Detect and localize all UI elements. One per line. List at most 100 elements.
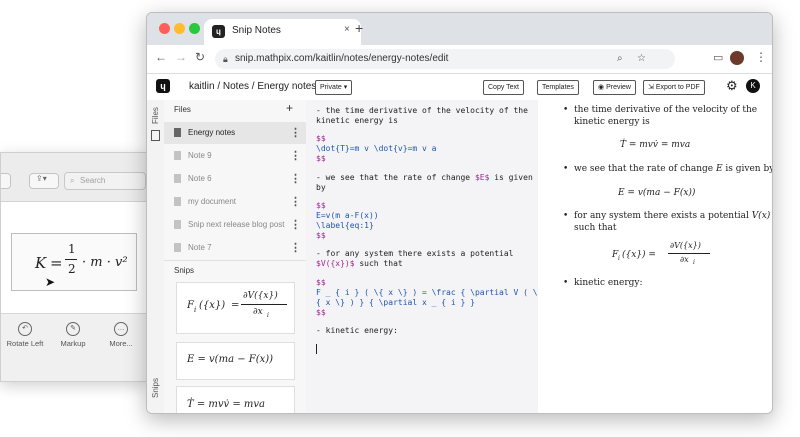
snip-eq-num: ∂V({x}) — [243, 291, 278, 301]
markup-button[interactable]: ✎ Markup — [53, 322, 93, 348]
preview-equation: Ṫ = mvv̇ = mva — [620, 140, 691, 150]
more-icon: … — [114, 322, 128, 336]
file-item[interactable]: Note 7 ⋮ — [164, 237, 306, 259]
editor-line: $V({x})$ such that — [316, 259, 403, 269]
preview-bottom-toolbar: ↶ Rotate Left ✎ Markup … More... — [1, 313, 147, 381]
fraction-bar — [668, 253, 710, 254]
close-tab-icon[interactable]: × — [344, 24, 350, 35]
file-icon[interactable] — [151, 130, 160, 141]
user-avatar[interactable]: K — [746, 79, 760, 93]
eq-densub: i — [693, 259, 695, 266]
breadcrumb[interactable]: kaitlin / Notes / Energy notes — [189, 81, 316, 92]
preview-label: Preview — [606, 84, 631, 91]
file-item-label: Energy notes — [188, 128, 236, 137]
templates-button[interactable]: Templates — [537, 80, 579, 95]
cast-icon[interactable]: ▭ — [713, 51, 723, 64]
templates-label: Templates — [542, 84, 574, 91]
editor-line: { x \} ) } { \partial x _ { i } } — [316, 298, 475, 307]
add-file-button[interactable]: + — [286, 101, 293, 115]
snip-eq-sub: i — [194, 306, 197, 314]
file-item-label: Note 9 — [188, 151, 212, 160]
back-icon[interactable]: ← — [155, 50, 167, 64]
rail-files-tab[interactable]: Files — [151, 107, 160, 124]
equation-denominator: 2 — [68, 262, 76, 276]
markup-label: Markup — [60, 339, 86, 348]
mathpix-favicon-icon: ɥ — [212, 25, 225, 38]
profile-avatar[interactable] — [730, 51, 744, 65]
editor-line: $$ — [316, 231, 326, 240]
tab-bar: ɥ Snip Notes × + — [147, 13, 772, 45]
new-tab-button[interactable]: + — [355, 20, 363, 36]
preview-text: the time derivative of the velocity of t… — [574, 105, 758, 115]
preview-line: • kinetic energy: — [563, 278, 643, 288]
editor-line: $$ — [316, 154, 326, 163]
preview-search-input[interactable]: ⌕ Search — [64, 172, 146, 190]
snip-eq-densub: i — [267, 312, 269, 319]
maximize-window-button[interactable] — [189, 23, 200, 34]
file-item[interactable]: Energy notes ⋮ — [164, 122, 306, 144]
file-menu-icon[interactable]: ⋮ — [290, 122, 301, 144]
rotate-left-button[interactable]: ↶ Rotate Left — [5, 322, 45, 348]
file-item[interactable]: Note 9 ⋮ — [164, 145, 306, 167]
privacy-dropdown[interactable]: Private ▾ — [315, 80, 353, 95]
minimize-window-button[interactable] — [174, 23, 185, 34]
tab-snip-notes[interactable]: ɥ Snip Notes × — [204, 19, 361, 45]
rendered-preview: • the time derivative of the velocity of… — [538, 100, 772, 413]
tab-title: Snip Notes — [232, 25, 281, 36]
app-header: ɥ kaitlin / Notes / Energy notes Private… — [147, 74, 772, 101]
editor-text: is given — [489, 173, 533, 182]
snips-header: Snips — [174, 266, 195, 275]
file-item-label: my document — [188, 197, 237, 206]
preview-math: E — [715, 164, 723, 174]
file-menu-icon[interactable]: ⋮ — [290, 168, 301, 190]
snip-card[interactable]: E = v(ma − F(x)) — [176, 342, 295, 380]
editor-line: - kinetic energy: — [316, 326, 398, 335]
file-item[interactable]: Snip next release blog post ⋮ — [164, 214, 306, 236]
preview-app-window: ⇪▾ ⌕ Search K = 1 2 · m · v² ➤ ↶ Rotate … — [0, 152, 148, 382]
file-item-label: Note 6 — [188, 174, 212, 183]
file-item-label: Note 7 — [188, 243, 212, 252]
snip-eq-den: ∂x — [253, 307, 263, 317]
copy-text-button[interactable]: Copy Text — [483, 80, 524, 95]
browser-menu-icon[interactable]: ⋮ — [755, 50, 767, 64]
equation-numerator: 1 — [68, 242, 76, 256]
bookmark-star-icon[interactable]: ☆ — [637, 49, 646, 69]
forward-icon[interactable]: → — [175, 50, 187, 64]
share-button[interactable]: ⇪▾ — [29, 173, 59, 189]
file-menu-icon[interactable]: ⋮ — [290, 237, 301, 259]
zoom-icon[interactable]: ⌕ — [617, 49, 623, 69]
reload-icon[interactable]: ↻ — [195, 50, 205, 64]
file-item-label: Snip next release blog post — [188, 220, 285, 229]
snip-card[interactable]: Ṫ = mvv̇ = mva — [176, 386, 295, 413]
sidebar-toggle-button[interactable] — [1, 173, 11, 189]
mathpix-logo-icon[interactable]: ɥ — [156, 79, 170, 93]
editor-line: - the time derivative of the velocity of… — [316, 106, 528, 115]
more-button[interactable]: … More... — [101, 322, 141, 348]
preview-text: we see that the rate of change — [574, 164, 716, 174]
export-pdf-button[interactable]: ⇲ Export to PDF — [643, 80, 705, 95]
preview-math: V(x) — [751, 211, 771, 221]
file-item[interactable]: Note 6 ⋮ — [164, 168, 306, 190]
url-text: snip.mathpix.com/kaitlin/notes/energy-no… — [235, 53, 449, 64]
close-window-button[interactable] — [159, 23, 170, 34]
snip-eq-text: E = v(ma − F(x)) — [187, 354, 274, 365]
url-field[interactable]: 🔒︎ snip.mathpix.com/kaitlin/notes/energy… — [215, 49, 675, 69]
snip-eq-arg: ({x}) — [199, 300, 226, 311]
editor-line: \dot{T}=m v \dot{v}=m v a — [316, 144, 437, 153]
preview-button[interactable]: ◉ Preview — [593, 80, 636, 95]
settings-gear-icon[interactable]: ⚙ — [726, 78, 738, 94]
markup-icon: ✎ — [66, 322, 80, 336]
rail-snips-tab[interactable]: Snips — [151, 378, 160, 398]
editor-text: such that — [354, 259, 403, 268]
markdown-editor[interactable]: - the time derivative of the velocity of… — [306, 100, 538, 413]
file-menu-icon[interactable]: ⋮ — [290, 191, 301, 213]
file-menu-icon[interactable]: ⋮ — [290, 214, 301, 236]
address-bar: ← → ↻ 🔒︎ snip.mathpix.com/kaitlin/notes/… — [147, 45, 772, 74]
editor-line: kinetic energy is — [316, 116, 398, 125]
file-menu-icon[interactable]: ⋮ — [290, 145, 301, 167]
rotate-left-label: Rotate Left — [6, 339, 44, 348]
export-icon: ⇲ — [648, 84, 656, 91]
file-item[interactable]: my document ⋮ — [164, 191, 306, 213]
snip-card[interactable]: F i ({x}) = ∂V({x}) ∂x i — [176, 282, 295, 334]
text-cursor — [316, 344, 317, 354]
